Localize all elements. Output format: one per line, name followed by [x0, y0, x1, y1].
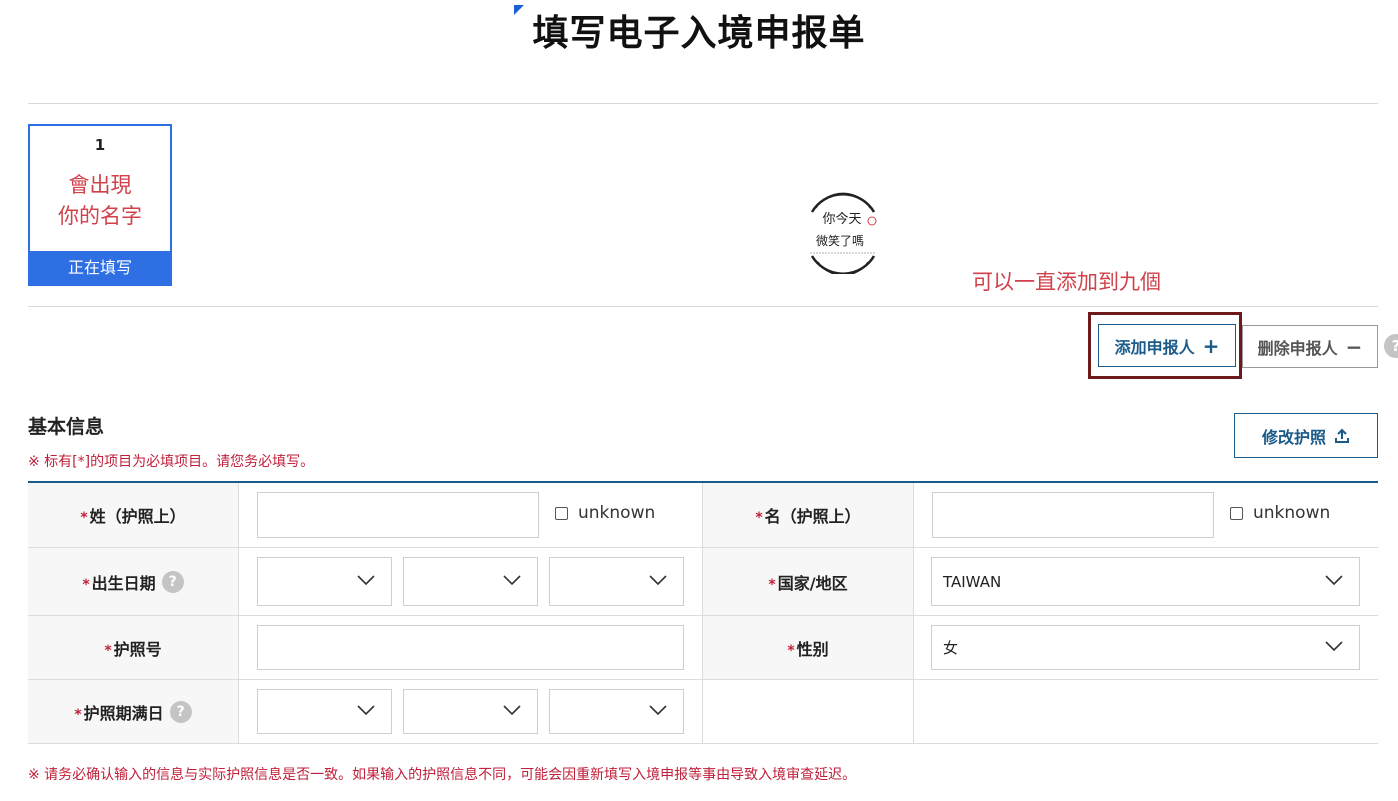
divider: [28, 103, 1378, 104]
country-value: TAIWAN: [943, 572, 1002, 591]
empty-cell: [702, 680, 914, 743]
gender-value: 女: [943, 639, 959, 657]
chevron-down-icon: [503, 574, 521, 585]
watermark-line1: 你今天: [822, 211, 861, 227]
checkbox-box[interactable]: [555, 506, 568, 520]
annotation-text: 可以一直添加到九個: [972, 270, 1161, 294]
required-mark: *: [82, 576, 90, 593]
passport-no-label: * 护照号: [28, 616, 239, 679]
help-icon[interactable]: ?: [1384, 334, 1398, 358]
country-label: * 国家/地区: [702, 548, 914, 615]
required-mark: *: [104, 642, 112, 659]
gender-label-text: 性别: [796, 639, 829, 659]
gender-label: * 性别: [702, 616, 914, 679]
surname-unknown-checkbox[interactable]: unknown: [555, 503, 655, 523]
expiry-year-select[interactable]: [257, 689, 392, 734]
required-mark: *: [768, 576, 776, 593]
delete-applicant-label: 删除申报人: [1257, 338, 1338, 358]
surname-input[interactable]: [257, 492, 539, 538]
country-select[interactable]: TAIWAN: [931, 557, 1360, 606]
help-icon[interactable]: ?: [161, 570, 184, 593]
add-applicant-label: 添加申报人: [1114, 337, 1195, 357]
chevron-down-icon: [649, 574, 667, 585]
applicant-status: 正在填写: [30, 251, 170, 284]
required-mark: *: [80, 510, 88, 526]
passport-no-input[interactable]: [257, 625, 684, 670]
watermark-logo: 你今天 微笑了嗎: [804, 190, 882, 276]
birth-day-select[interactable]: [549, 557, 684, 606]
chevron-down-icon: [1325, 640, 1343, 651]
birth-year-select[interactable]: [257, 557, 392, 606]
delete-applicant-button[interactable]: 删除申报人 −: [1242, 325, 1378, 368]
required-mark: *: [787, 642, 795, 659]
edit-passport-label: 修改护照: [1261, 427, 1326, 447]
surname-label: * 姓（护照上）: [28, 483, 239, 547]
add-applicant-button[interactable]: 添加申报人 +: [1098, 324, 1236, 367]
chevron-down-icon: [357, 704, 375, 715]
passport-expiry-label-text: 护照期满日: [83, 703, 164, 723]
required-note: ※ 标有[*]的项目为必填项目。请您务必填写。: [28, 454, 315, 470]
surname-unknown-label: unknown: [578, 503, 656, 523]
required-mark: *: [74, 706, 82, 723]
applicant-name: 會出現 你的名字: [58, 173, 142, 228]
given-name-unknown-label: unknown: [1253, 503, 1331, 523]
bottom-note: ※ 请务必确认输入的信息与实际护照信息是否一致。如果输入的护照信息不同，可能会因…: [28, 767, 857, 783]
chevron-down-icon: [357, 574, 375, 585]
surname-label-text: 姓（护照上）: [89, 507, 186, 526]
country-label-text: 国家/地区: [777, 573, 848, 593]
page-title: 填写电子入境申报单: [532, 13, 866, 54]
given-name-label: * 名（护照上）: [702, 483, 914, 547]
checkbox-box[interactable]: [1230, 506, 1243, 520]
chevron-down-icon: [503, 704, 521, 715]
given-name-unknown-checkbox[interactable]: unknown: [1230, 503, 1330, 523]
required-mark: *: [755, 510, 763, 526]
chevron-down-icon: [649, 704, 667, 715]
expiry-month-select[interactable]: [403, 689, 538, 734]
applicant-card[interactable]: 1 會出現 你的名字 正在填写: [28, 124, 172, 286]
edit-passport-button[interactable]: 修改护照: [1234, 413, 1378, 458]
given-name-input[interactable]: [932, 492, 1214, 538]
help-icon[interactable]: ?: [169, 700, 192, 723]
chevron-down-icon: [1325, 574, 1343, 585]
row-divider: [28, 743, 1378, 744]
birth-date-label: * 出生日期 ?: [28, 548, 239, 615]
birth-month-select[interactable]: [403, 557, 538, 606]
upload-icon: [1335, 428, 1349, 443]
minus-icon: −: [1345, 334, 1363, 359]
section-title: 基本信息: [28, 416, 105, 438]
applicant-number: 1: [94, 136, 106, 154]
passport-no-label-text: 护照号: [113, 639, 162, 659]
given-name-label-text: 名（护照上）: [764, 507, 861, 526]
passport-expiry-label: * 护照期满日 ?: [28, 680, 239, 743]
expiry-day-select[interactable]: [549, 689, 684, 734]
divider: [28, 306, 1378, 307]
plus-icon: +: [1202, 333, 1220, 358]
birth-date-label-text: 出生日期: [91, 573, 156, 593]
gender-select[interactable]: 女: [931, 625, 1360, 670]
watermark-line2: 微笑了嗎: [816, 233, 864, 248]
